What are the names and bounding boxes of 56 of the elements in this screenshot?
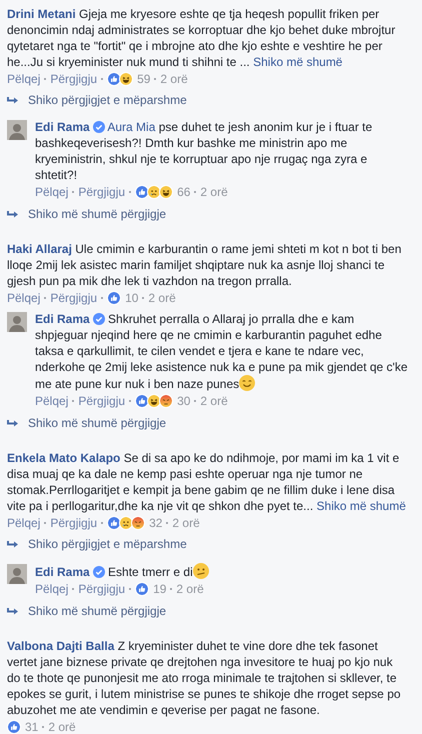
reply-link[interactable]: Përgjigju: [78, 581, 126, 597]
more-replies-link[interactable]: Shiko më shumë përgjigje: [28, 415, 166, 431]
see-more-link[interactable]: Shiko më shumë: [316, 499, 406, 513]
reply-link[interactable]: Përgjigju: [78, 393, 126, 409]
reply-arrow-icon: [7, 210, 19, 218]
author-name[interactable]: Enkela Mato Kalapo: [7, 451, 120, 465]
more-replies-link[interactable]: Shiko përgjigjet e mëparshme: [28, 92, 187, 108]
author-name[interactable]: Edi Rama: [35, 565, 90, 579]
comment-time[interactable]: 2 orë: [200, 184, 228, 200]
reaction-count[interactable]: 30: [177, 393, 190, 409]
see-more-link[interactable]: Shiko më shumë: [253, 55, 342, 69]
author-name[interactable]: Haki Allaraj: [7, 242, 72, 256]
avatar-icon[interactable]: [7, 312, 27, 332]
reply-arrow-icon: [7, 418, 19, 428]
avatar-icon[interactable]: [7, 120, 27, 140]
comment-text: Enkela Mato Kalapo Se di sa apo ke do ndihmoje, por mami im ka 1 vit e disa muaj qe ka dale ne kemp pasi eshte operuar nga nje tumor ne stomak.Perrllogaritjet e kempit ja bene gabim qe ne fillim duke i lene disa vite pa i perllogaritur,dhe ka nje vit qe shkon dhe pyet te... Shiko më shumë: [7, 450, 407, 514]
comment-time[interactable]: 2 orë: [148, 290, 176, 306]
like-link[interactable]: Pëlqej: [7, 515, 40, 531]
like-link[interactable]: Pëlqej: [7, 71, 40, 87]
reply-arrow-icon: [7, 96, 19, 104]
reaction-count[interactable]: 59: [137, 71, 150, 87]
mention-link[interactable]: Aura Mia: [107, 120, 156, 134]
reaction-count[interactable]: 31: [25, 719, 38, 734]
author-name[interactable]: Edi Rama: [35, 120, 90, 134]
author-name[interactable]: Valbona Dajti Balla: [7, 639, 114, 653]
comment-text: Edi Rama Eshte tmerr e di: [35, 563, 408, 580]
comment-time[interactable]: 2 orë: [176, 581, 204, 597]
reaction-count[interactable]: 32: [149, 515, 162, 531]
avatar-icon[interactable]: [7, 564, 27, 584]
like-link[interactable]: Pëlqej: [7, 290, 40, 306]
reply-link[interactable]: Përgjigju: [50, 290, 98, 306]
comment-text: Edi Rama Shkruhet perralla o Allaraj jo prralla dhe e kam shpjeguar njeqind here qe ne cmimin e karburantin paguhet edhe taksa e qarkullimit, te cilen vendet e tjera e kane te ndare vec, nderkohe qe 2mij leke asistence nuk ka e pune pa mik gjendet qe c'ke me ate pune kur nuk i ben naze punes: [35, 311, 408, 392]
more-replies-link[interactable]: Shiko përgjigjet e mëparshme: [28, 536, 187, 552]
comment-text: Edi Rama Aura Mia pse duhet te jesh anonim kur je i ftuar te bashkeqeverisesh?! Dmth kur bashke me ministrin apo me kryeministrin, shkul nje te korruptuar apo nje rrugaç nga zyra e shtetit?!: [35, 119, 374, 183]
comment-time[interactable]: 2 orë: [200, 393, 228, 409]
comment-time[interactable]: 2 orë: [160, 71, 188, 87]
reaction-count[interactable]: 19: [153, 581, 166, 597]
comment-text: Drini Metani Gjeja me kryesore eshte qe tja heqesh popullit friken per denoncimin ndaj administrates se korroptuar dhe kjo behet duke mbrojtur qytetaret nga te "fortit" qe i mbrojne ato dhe kjo eshte e veshtire he per he...Ju si kryeminister nuk mund ti shihni te ... Shiko më shumë: [7, 6, 396, 70]
reply-link[interactable]: Përgjigju: [50, 71, 98, 87]
comment-time[interactable]: 2 orë: [172, 515, 200, 531]
reply-arrow-icon: [7, 606, 19, 616]
reply-link[interactable]: Përgjigju: [50, 515, 98, 531]
reaction-count[interactable]: 10: [125, 290, 138, 306]
comment-text: Haki Allaraj Ule cmimin e karburantin o rame jemi shteti m kot n bot ti ben lloqe 2mij lek asistec marin familjet shqiptare nuk ka asnje lloj shanci te gjesh pun pa mik dhe lek ti vazhdon na tregon prralla.: [7, 241, 402, 289]
more-replies-link[interactable]: Shiko më shumë përgjigje: [28, 206, 166, 222]
author-name[interactable]: Edi Rama: [35, 312, 90, 326]
like-link[interactable]: Pëlqej: [35, 581, 68, 597]
comment-time[interactable]: 2 orë: [48, 719, 76, 734]
reply-arrow-icon: [7, 540, 19, 548]
comment-text: Valbona Dajti Balla Z kryeminister duhet te vine dore dhe tek fasonet vertet jane biznese private qe drejtohen nga invesitore te huaj po kjo nuk do te thote qe punonjesit me ato rroga minimale te trajtohen si skllever, te epokes se gurit, i lutem ministrise se punes te shikoje dhe rroget sepse po abuzohet me ate vendimin e qeverise per pagat ne fasone.: [7, 638, 402, 718]
like-link[interactable]: Pëlqej: [35, 393, 68, 409]
more-replies-link[interactable]: Shiko më shumë përgjigje: [28, 603, 166, 619]
reply-link[interactable]: Përgjigju: [78, 184, 126, 200]
reaction-count[interactable]: 66: [177, 184, 190, 200]
author-name[interactable]: Drini Metani: [7, 7, 76, 21]
like-link[interactable]: Pëlqej: [35, 184, 68, 200]
